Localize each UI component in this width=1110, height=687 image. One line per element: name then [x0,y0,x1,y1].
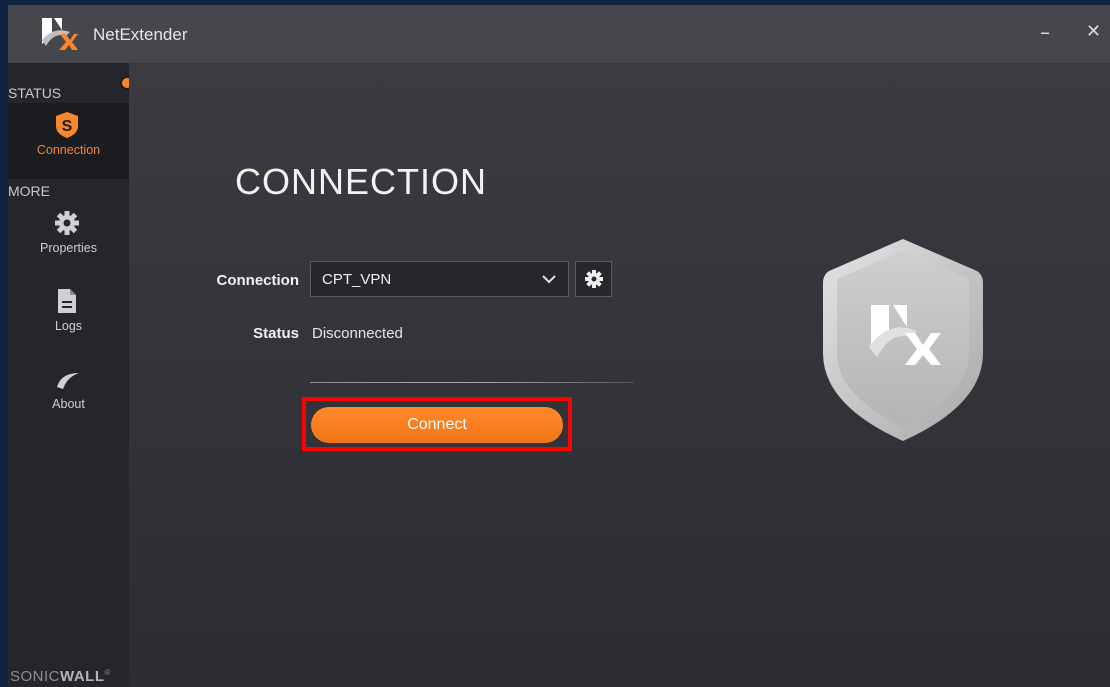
sidebar-item-label: Properties [40,241,97,255]
shield-s-icon: S [56,112,78,138]
status-label: Status [253,325,299,342]
document-icon [58,289,76,313]
sidebar-item-label: Connection [36,143,101,157]
sidebar-item-about[interactable]: About [8,357,129,433]
sidebar-item-label: About [52,397,85,411]
more-section-label: MORE [8,183,50,199]
connection-select[interactable]: CPT_VPN [310,261,569,297]
netextender-shield-emblem [823,239,983,441]
connection-settings-button[interactable] [575,261,612,297]
sidebar-item-label: Logs [54,319,83,333]
sonicwall-brand-logo: SONICWALL® [10,668,111,685]
sidebar-item-logs[interactable]: Logs [8,279,129,355]
gear-icon [585,270,603,288]
minimize-button[interactable]: – [1040,19,1050,45]
status-value: Disconnected [312,325,403,342]
connect-button[interactable]: Connect [311,407,563,443]
status-section-label: STATUS [8,85,62,101]
connection-select-value: CPT_VPN [322,271,392,288]
chevron-down-icon [542,275,556,284]
sidebar-item-properties[interactable]: Properties [8,201,129,277]
connection-label: Connection [216,272,300,289]
close-button[interactable]: ✕ [1086,19,1101,45]
sidebar-item-connection[interactable]: S Connection [8,103,129,179]
swoosh-icon [57,373,79,389]
page-title: CONNECTION [235,161,487,202]
netextender-window: NetExtender – ✕ STATUS S Connection MORE [8,5,1110,687]
gear-icon [55,211,79,235]
svg-text:S: S [62,118,73,135]
app-title: NetExtender [93,25,188,44]
main-panel: CONNECTION Connection CPT_VPN Status Dis… [129,63,1110,687]
title-bar: NetExtender – ✕ [8,5,1110,63]
sidebar: STATUS S Connection MORE Properties Logs… [8,63,129,687]
netextender-logo-icon [42,18,78,50]
divider [310,382,634,383]
